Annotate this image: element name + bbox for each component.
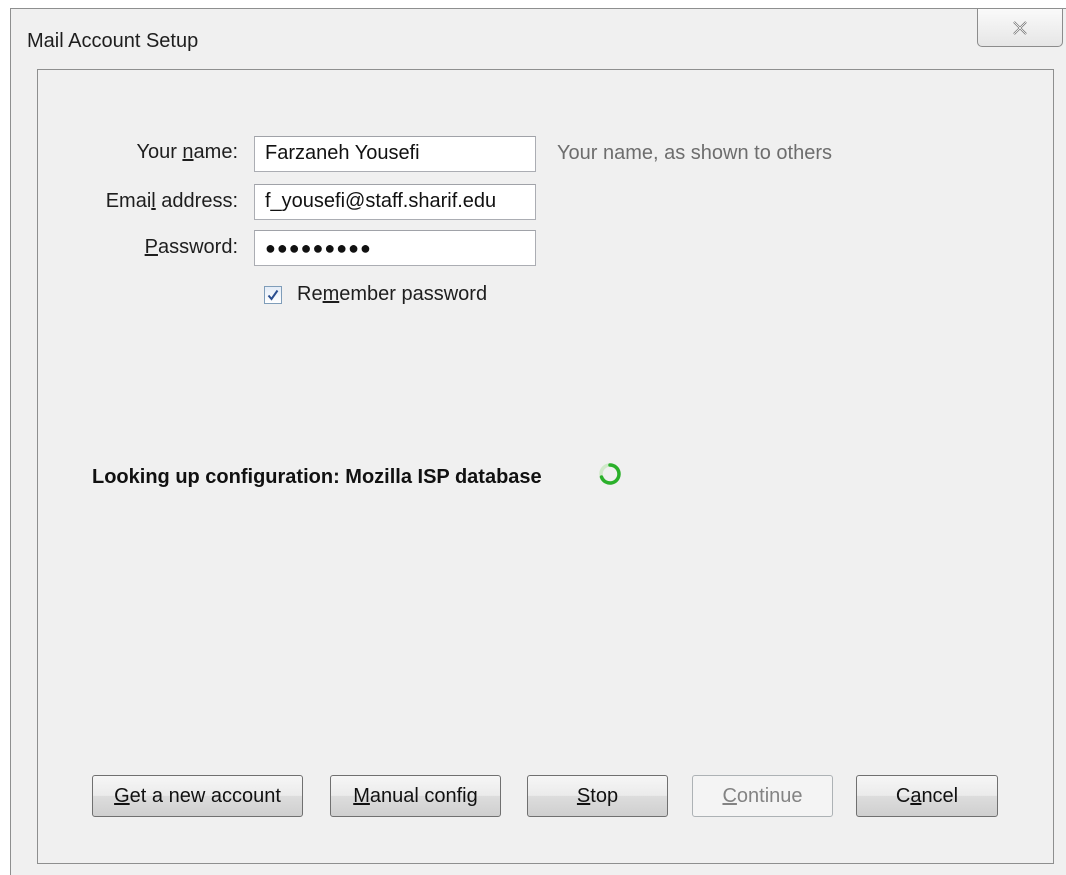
close-button[interactable] xyxy=(977,9,1063,47)
manual-config-button[interactable]: Manual config xyxy=(330,775,501,817)
password-label: Password: xyxy=(144,236,238,258)
get-new-account-button[interactable]: Get a new account xyxy=(92,775,303,817)
name-label: Your name: xyxy=(136,141,238,163)
mail-account-setup-dialog: Mail Account Setup Your name: Farzaneh Y… xyxy=(10,8,1066,875)
email-label: Email address: xyxy=(105,190,238,212)
name-hint: Your name, as shown to others xyxy=(557,142,832,164)
loading-spinner-icon xyxy=(599,463,621,485)
continue-button[interactable]: Continue xyxy=(692,775,833,817)
remember-password-label[interactable]: Remember password xyxy=(297,283,487,306)
name-input[interactable]: Farzaneh Yousefi xyxy=(254,136,536,172)
setup-panel: Your name: Farzaneh Yousefi Your name, a… xyxy=(37,69,1054,864)
email-input[interactable]: f_yousefi@staff.sharif.edu xyxy=(254,184,536,220)
cancel-button[interactable]: Cancel xyxy=(856,775,998,817)
window-title: Mail Account Setup xyxy=(27,30,199,52)
status-text: Looking up configuration: Mozilla ISP da… xyxy=(92,466,542,488)
stop-button[interactable]: Stop xyxy=(527,775,668,817)
close-icon xyxy=(1013,20,1027,35)
remember-password-checkbox[interactable] xyxy=(264,286,282,304)
checkmark-icon xyxy=(267,289,279,301)
title-bar: Mail Account Setup xyxy=(11,9,1066,69)
password-input[interactable]: ●●●●●●●●● xyxy=(254,230,536,266)
